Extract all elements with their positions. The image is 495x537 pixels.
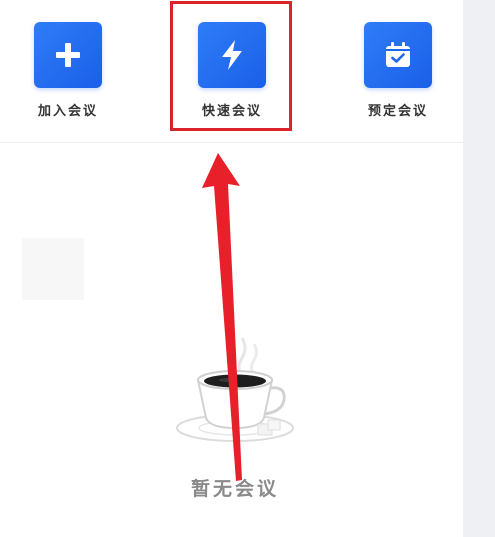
schedule-meeting-label: 预定会议 — [367, 104, 428, 119]
join-meeting-button[interactable]: 加入会议 — [8, 0, 128, 142]
plus-icon — [56, 43, 80, 67]
blank-placeholder — [22, 238, 84, 300]
meeting-home-panel: 加入会议 快速会议 预定会议 暂无会议 — [0, 0, 463, 537]
empty-meetings-text: 暂无会议 — [190, 478, 279, 500]
schedule-meeting-button[interactable]: 预定会议 — [338, 0, 458, 142]
join-meeting-tile[interactable] — [34, 22, 102, 88]
coffee-cup-icon — [176, 337, 294, 442]
calendar-check-icon — [386, 42, 410, 67]
empty-meetings-state: 暂无会议 — [150, 330, 320, 510]
join-meeting-label: 加入会议 — [37, 104, 98, 119]
schedule-meeting-tile[interactable] — [364, 22, 432, 88]
annotation-highlight-box — [170, 1, 292, 131]
section-divider — [0, 142, 463, 143]
